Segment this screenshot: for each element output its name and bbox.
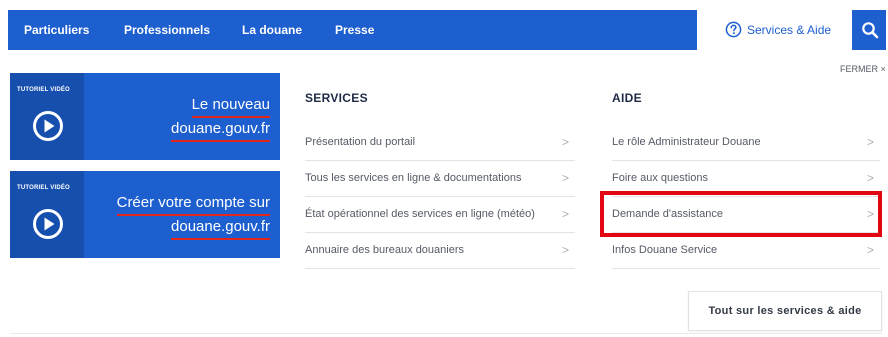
close-button[interactable]: FERMER ×: [840, 64, 886, 74]
chevron-right-icon: >: [561, 135, 569, 149]
nav-professionnels[interactable]: Professionnels: [124, 10, 210, 50]
services-heading: SERVICES: [305, 91, 368, 105]
tile-tag: TUTORIEL VIDÉO: [17, 87, 70, 93]
chevron-right-icon: >: [561, 171, 569, 185]
search-button[interactable]: [853, 10, 886, 50]
aide-link-admin-role[interactable]: Le rôle Administrateur Douane >: [612, 124, 880, 161]
tile-title-line2: douane.gouv.fr: [171, 216, 270, 240]
all-services-aide-button[interactable]: Tout sur les services & aide: [688, 291, 882, 331]
tile-icon-panel: TUTORIEL VIDÉO: [10, 73, 84, 160]
chevron-right-icon: >: [561, 207, 569, 221]
play-circle-icon: [32, 110, 64, 147]
tile-title-line1: Créer votre compte sur: [116, 192, 271, 216]
nav-la-douane[interactable]: La douane: [242, 10, 302, 50]
tile-title-line1: Le nouveau: [191, 94, 271, 118]
chevron-right-icon: >: [866, 171, 874, 185]
link-label: Présentation du portail: [305, 136, 416, 148]
aide-heading: AIDE: [612, 91, 642, 105]
top-navigation-bar: Particuliers Professionnels La douane Pr…: [8, 10, 886, 50]
tile-icon-panel: TUTORIEL VIDÉO: [10, 171, 84, 258]
aide-link-faq[interactable]: Foire aux questions >: [612, 160, 880, 197]
aide-link-infos-douane-service[interactable]: Infos Douane Service >: [612, 232, 880, 269]
link-label: Le rôle Administrateur Douane: [612, 136, 761, 148]
video-tutorial-tile-create-account[interactable]: TUTORIEL VIDÉO Créer votre compte sur do…: [10, 171, 280, 258]
tile-title-line2: douane.gouv.fr: [171, 118, 270, 142]
aide-link-assistance-request[interactable]: Demande d'assistance >: [612, 196, 880, 233]
chevron-right-icon: >: [561, 243, 569, 257]
link-label: Foire aux questions: [612, 172, 708, 184]
services-aide-tab[interactable]: Services & Aide: [697, 10, 852, 50]
link-label: État opérationnel des services en ligne …: [305, 208, 535, 220]
link-label: Tous les services en ligne & documentati…: [305, 172, 522, 184]
tile-tag: TUTORIEL VIDÉO: [17, 185, 70, 191]
chevron-right-icon: >: [866, 135, 874, 149]
services-aide-label: Services & Aide: [747, 23, 832, 37]
nav-particuliers[interactable]: Particuliers: [24, 10, 89, 50]
divider: [10, 333, 882, 334]
chevron-right-icon: >: [866, 207, 874, 221]
link-label: Infos Douane Service: [612, 244, 718, 256]
question-circle-icon: [725, 21, 742, 41]
services-link-presentation[interactable]: Présentation du portail >: [305, 124, 575, 161]
nav-presse[interactable]: Presse: [335, 10, 374, 50]
services-link-weather-status[interactable]: État opérationnel des services en ligne …: [305, 196, 575, 233]
chevron-right-icon: >: [866, 243, 874, 257]
services-link-directory[interactable]: Annuaire des bureaux douaniers >: [305, 232, 575, 269]
link-label: Annuaire des bureaux douaniers: [305, 244, 465, 256]
cta-label: Tout sur les services & aide: [708, 305, 862, 317]
video-tutorial-tile-new-site[interactable]: TUTORIEL VIDÉO Le nouveau douane.gouv.fr: [10, 73, 280, 160]
services-link-all-services[interactable]: Tous les services en ligne & documentati…: [305, 160, 575, 197]
link-label: Demande d'assistance: [612, 208, 723, 220]
play-circle-icon: [32, 208, 64, 245]
